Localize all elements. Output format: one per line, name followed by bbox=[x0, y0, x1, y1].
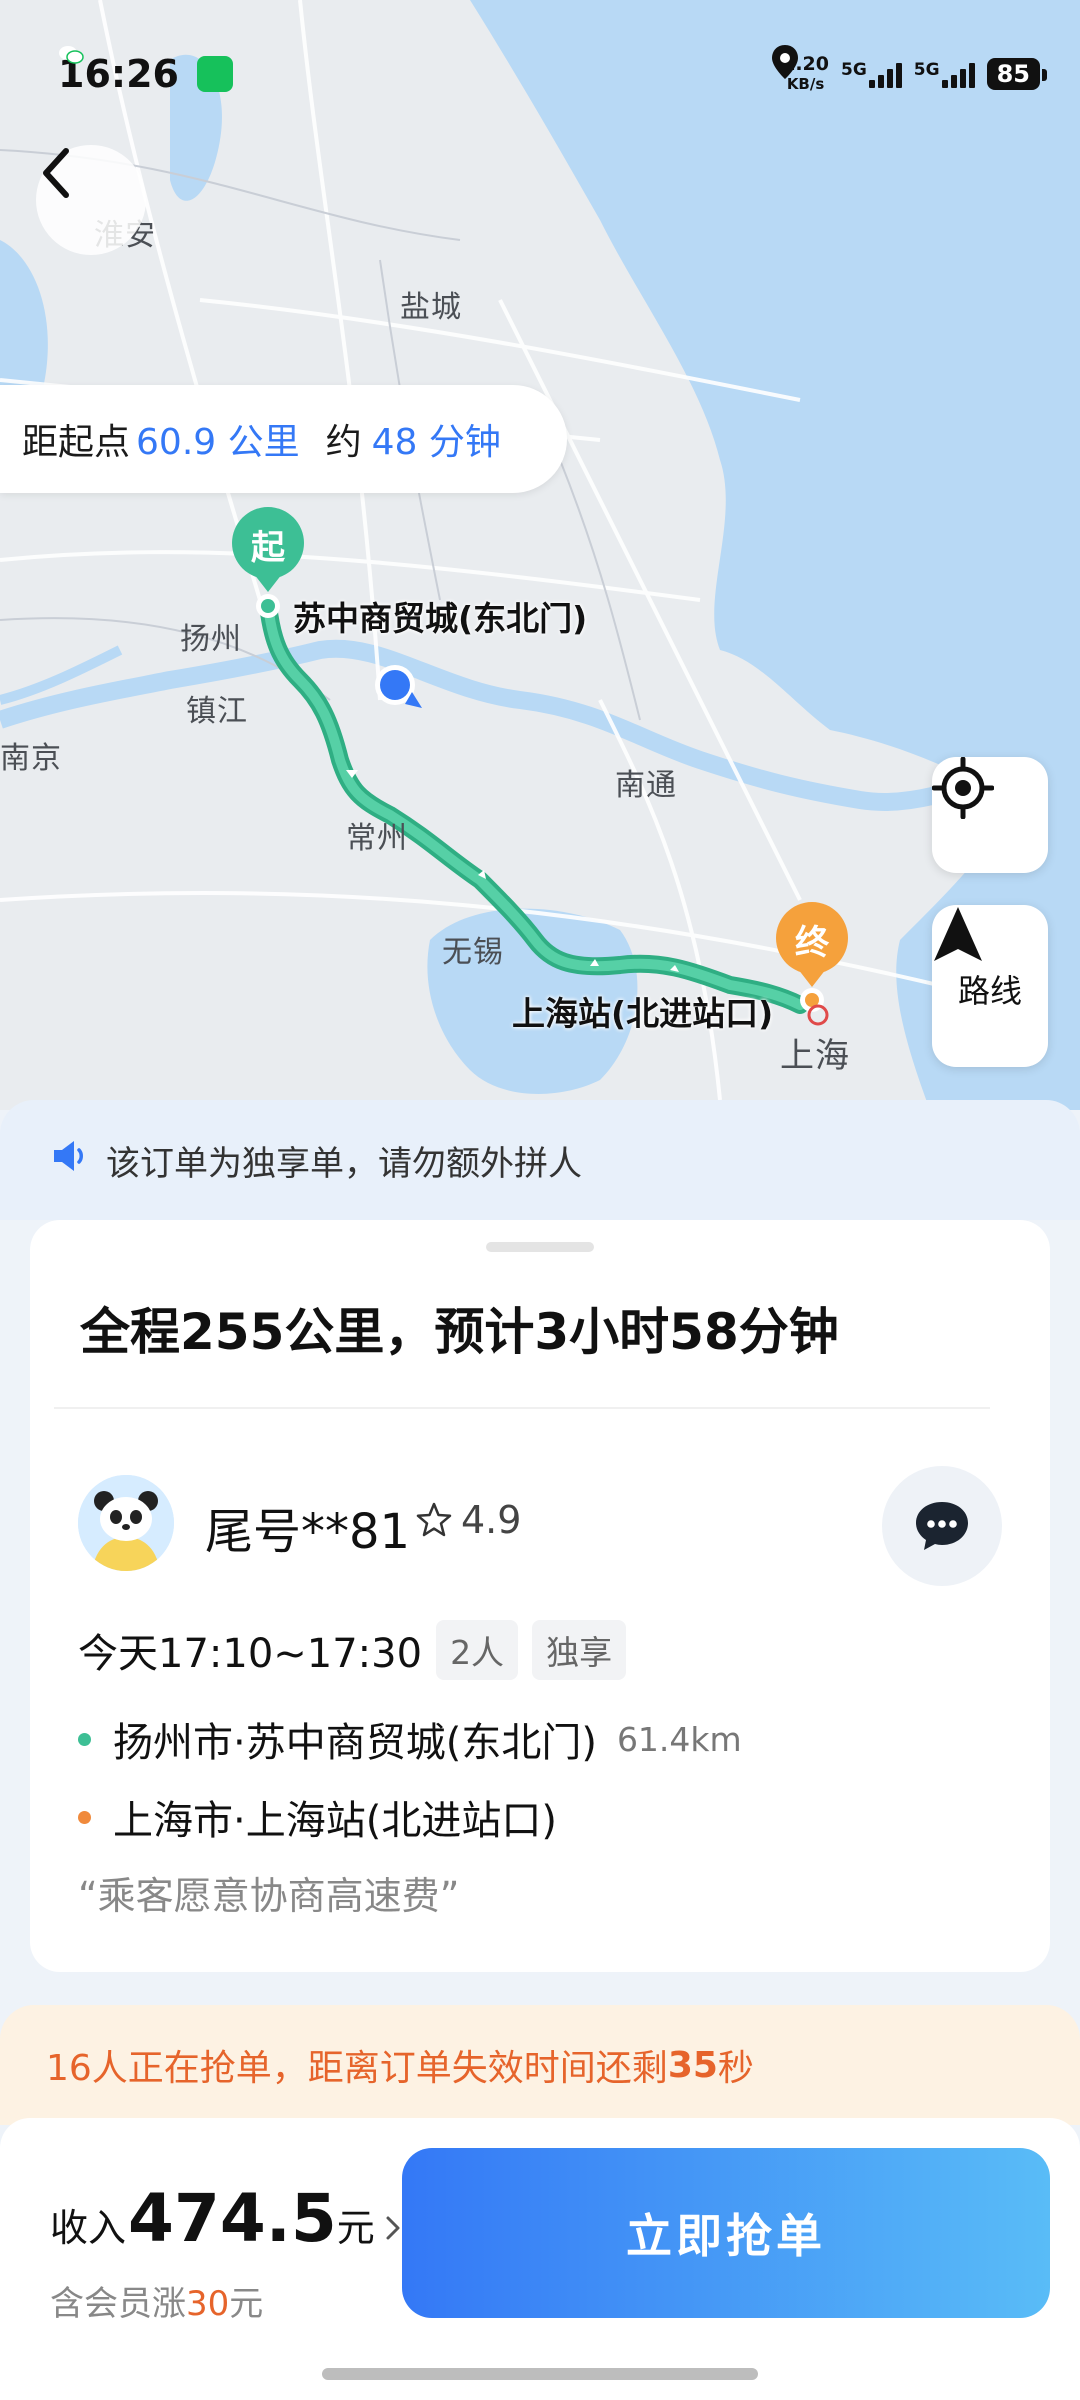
status-right: 1.20 KB/s 5G 5G 85 bbox=[770, 44, 1048, 104]
star-icon bbox=[416, 1502, 452, 1537]
competition-banner: 16人正在抢单，距离订单失效时间还剩 35 秒 bbox=[0, 2005, 1080, 2125]
income-summary[interactable]: 收入 474.5 元 bbox=[50, 2180, 401, 2257]
order-card: 全程255公里，预计3小时58分钟 尾号**81 4.9 今天17:10~17:… bbox=[30, 1220, 1050, 1972]
chevron-left-icon bbox=[43, 148, 69, 198]
notice-text: 该订单为独享单，请勿额外拼人 bbox=[106, 1143, 582, 1184]
dropoff-dot-icon bbox=[78, 1810, 91, 1824]
trip-summary: 全程255公里，预计3小时58分钟 bbox=[80, 1303, 839, 1361]
crosshair-icon bbox=[932, 757, 994, 819]
city-label-nantong: 南通 bbox=[615, 768, 677, 803]
pickup-distance: 61.4km bbox=[616, 1719, 742, 1759]
status-bar: 16:26 1.20 KB/s 5G 5G 85 bbox=[58, 44, 1048, 104]
bottom-action-bar: 收入 474.5 元 含会员涨30元 立即抢单 bbox=[0, 2118, 1080, 2400]
rating-value: 4.9 bbox=[461, 1498, 522, 1542]
city-label-yancheng: 盐城 bbox=[400, 290, 462, 325]
chevron-right-icon bbox=[385, 2206, 401, 2250]
signal1-label: 5G bbox=[841, 60, 867, 80]
passenger-note: “乘客愿意协商高速费” bbox=[78, 1874, 460, 1918]
duration-value: 48 分钟 bbox=[371, 422, 501, 463]
distance-prefix: 距起点 bbox=[22, 422, 131, 463]
city-label-yangzhou: 扬州 bbox=[180, 622, 242, 657]
signal2-icon: 5G bbox=[914, 60, 975, 88]
end-location-label: 上海站(北进站口) bbox=[512, 994, 774, 1033]
income-unit: 元 bbox=[336, 2206, 375, 2250]
city-label-zhenjiang: 镇江 bbox=[186, 694, 248, 729]
back-button[interactable] bbox=[36, 145, 146, 255]
drag-handle[interactable] bbox=[486, 1242, 594, 1252]
signal2-label: 5G bbox=[913, 60, 940, 80]
countdown-unit: 秒 bbox=[717, 2048, 754, 2089]
route-button[interactable]: 路线 bbox=[932, 905, 1048, 1067]
divider bbox=[54, 1407, 990, 1409]
competition-text: 16人正在抢单，距离订单失效时间还剩 bbox=[46, 2048, 668, 2089]
route-button-label: 路线 bbox=[957, 972, 1022, 1010]
dropoff-address: 上海市·上海站(北进站口) bbox=[113, 1798, 557, 1844]
vip-prefix: 含会员涨 bbox=[50, 2284, 186, 2324]
dropoff-address-row: 上海市·上海站(北进站口) bbox=[78, 1788, 557, 1846]
passenger-name: 尾号**81 bbox=[205, 1504, 411, 1560]
navigation-arrow-icon bbox=[934, 907, 982, 961]
vip-amount: 30 bbox=[186, 2284, 230, 2324]
end-marker-text: 终 bbox=[795, 923, 829, 963]
distance-value: 60.9 公里 bbox=[136, 422, 300, 463]
locate-button[interactable] bbox=[932, 757, 1048, 873]
vip-unit: 元 bbox=[229, 2284, 264, 2324]
speaker-icon bbox=[50, 1139, 90, 1182]
grab-order-button[interactable]: 立即抢单 bbox=[402, 2148, 1050, 2318]
battery-icon: 85 bbox=[986, 58, 1048, 90]
vip-bonus: 含会员涨30元 bbox=[50, 2276, 263, 2325]
pickup-address-row: 扬州市·苏中商贸城(东北门) 61.4km bbox=[78, 1710, 742, 1768]
signal-icon: 5G bbox=[841, 60, 902, 88]
chat-button[interactable] bbox=[882, 1466, 1002, 1586]
approx-label: 约 bbox=[325, 422, 362, 463]
wechat-icon bbox=[59, 46, 233, 92]
income-amount: 474.5 bbox=[128, 2180, 337, 2257]
pickup-dot-icon bbox=[78, 1732, 91, 1746]
panda-avatar-icon bbox=[78, 1475, 174, 1571]
city-label-wuxi: 无锡 bbox=[442, 935, 504, 970]
city-label-changzhou: 常州 bbox=[346, 821, 408, 856]
exclusive-order-notice: 该订单为独享单，请勿额外拼人 bbox=[0, 1100, 1080, 1220]
city-label-shanghai: 上海 bbox=[780, 1036, 850, 1076]
home-indicator[interactable] bbox=[322, 2368, 758, 2380]
map-canvas bbox=[0, 0, 1080, 1110]
exclusive-tag: 独享 bbox=[532, 1620, 627, 1680]
pickup-address: 扬州市·苏中商贸城(东北门) bbox=[113, 1720, 597, 1766]
passenger-avatar bbox=[78, 1475, 174, 1571]
distance-to-pickup: 距起点 60.9 公里 约 48 分钟 bbox=[0, 385, 567, 493]
income-label: 收入 bbox=[50, 2206, 127, 2250]
start-location-label: 苏中商贸城(东北门) bbox=[293, 599, 588, 638]
passenger-count-tag: 2人 bbox=[436, 1620, 519, 1680]
start-marker-text: 起 bbox=[251, 528, 285, 568]
city-label-nanjing: 南京 bbox=[0, 741, 62, 776]
route-map[interactable]: 起 终 淮安 盐城 扬州 镇江 南京 常州 南通 无锡 上海 苏中商贸城(东北门… bbox=[0, 0, 1080, 1110]
passenger-rating: 4.9 bbox=[415, 1498, 521, 1542]
countdown-seconds: 35 bbox=[667, 2044, 718, 2086]
chat-bubble-icon bbox=[916, 1502, 968, 1550]
pickup-time-row: 今天17:10~17:30 2人 独享 bbox=[78, 1620, 627, 1680]
pickup-time: 今天17:10~17:30 bbox=[78, 1631, 423, 1677]
